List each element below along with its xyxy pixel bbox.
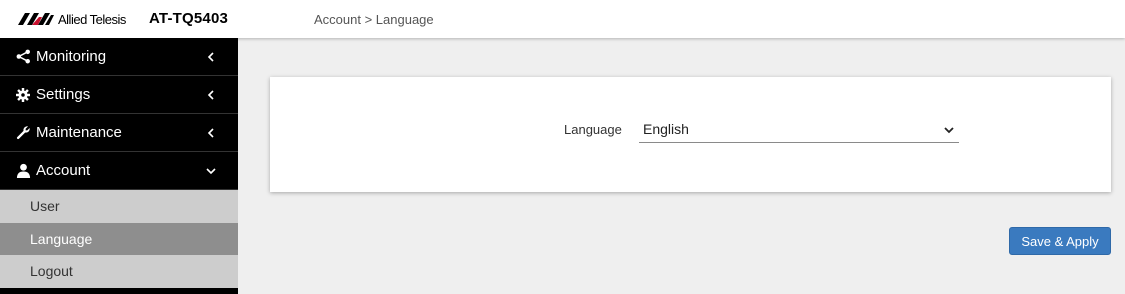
chevron-left-icon: [206, 51, 216, 62]
sidebar-item-maintenance[interactable]: Maintenance: [0, 114, 238, 152]
sidebar-item-account[interactable]: Account: [0, 152, 238, 190]
gear-icon: [15, 87, 31, 103]
sidebar: Monitoring Settings Maintenance Account …: [0, 38, 238, 294]
chevron-down-icon: [943, 123, 955, 135]
language-select-value: English: [643, 121, 689, 137]
sidebar-item-settings[interactable]: Settings: [0, 76, 238, 114]
language-settings-card: Language English: [270, 77, 1111, 192]
account-submenu: User Language Logout: [0, 190, 238, 288]
wrench-icon: [15, 125, 31, 141]
language-label: Language: [564, 122, 622, 137]
submenu-item-language[interactable]: Language: [0, 222, 238, 255]
chevron-left-icon: [206, 127, 216, 138]
sidebar-item-monitoring[interactable]: Monitoring: [0, 38, 238, 76]
logo-mark-icon: [18, 13, 54, 25]
chevron-down-icon: [206, 166, 216, 176]
chevron-left-icon: [206, 89, 216, 100]
logo-text: Allied Telesis: [58, 11, 126, 27]
submenu-item-logout[interactable]: Logout: [0, 255, 238, 288]
sidebar-item-label: Monitoring: [36, 48, 107, 65]
sidebar-item-label: Settings: [36, 86, 91, 103]
allied-telesis-logo: Allied Telesis: [18, 11, 126, 27]
sidebar-item-label: Account: [36, 162, 91, 179]
share-icon: [15, 49, 31, 65]
language-select[interactable]: English: [639, 114, 959, 143]
submenu-item-user[interactable]: User: [0, 190, 238, 223]
top-header: Allied Telesis AT-TQ5403 Account > Langu…: [0, 0, 1125, 38]
user-icon: [15, 163, 31, 179]
sidebar-item-label: Maintenance: [36, 124, 122, 141]
save-apply-button[interactable]: Save & Apply: [1009, 227, 1111, 255]
device-model: AT-TQ5403: [149, 10, 229, 27]
breadcrumb: Account > Language: [314, 12, 434, 27]
